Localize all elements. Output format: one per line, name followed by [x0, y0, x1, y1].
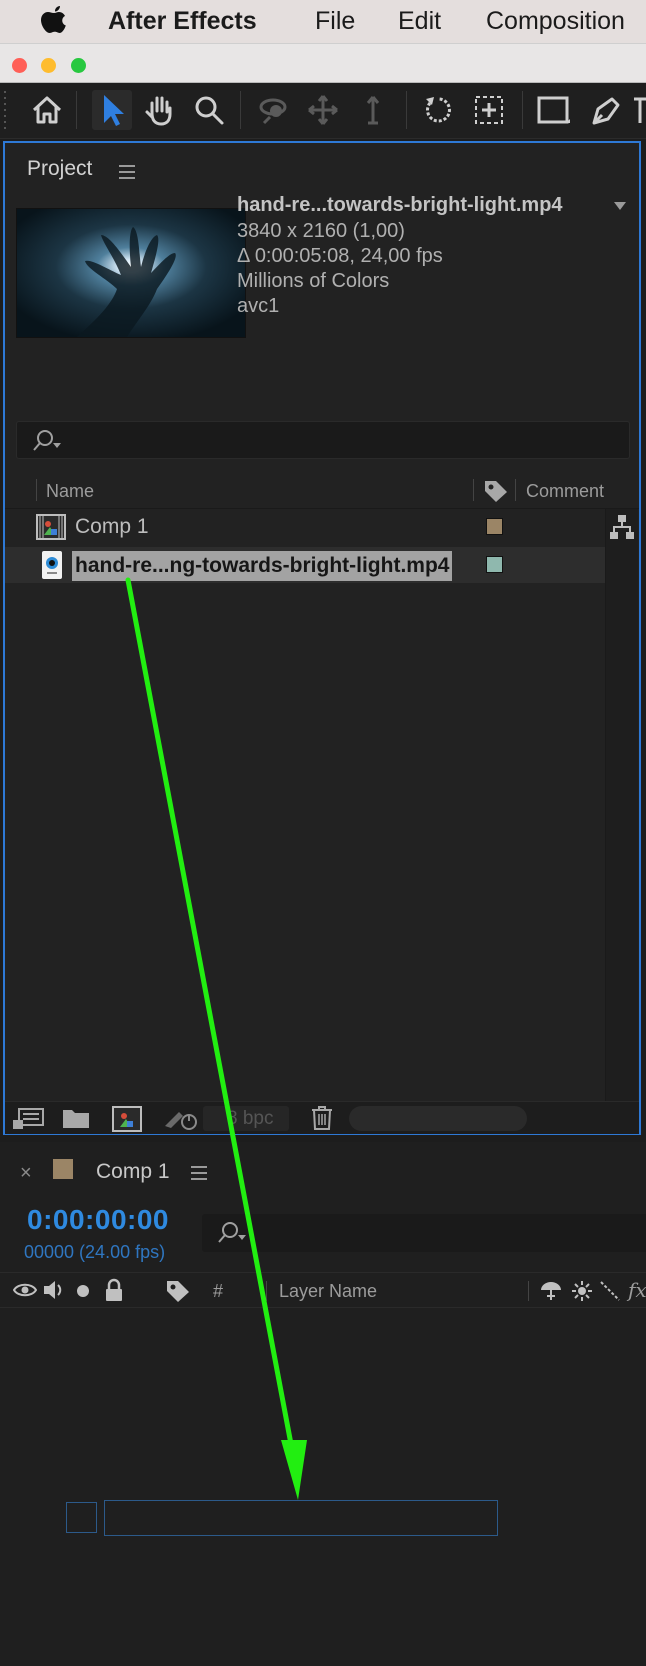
label-color-swatch[interactable]	[486, 556, 503, 573]
home-icon[interactable]	[30, 93, 64, 127]
pen-tool-icon[interactable]	[588, 93, 622, 127]
label-tag-icon[interactable]	[165, 1278, 191, 1304]
new-folder-icon[interactable]	[61, 1106, 91, 1130]
project-column-header: Name Comment	[5, 471, 639, 509]
toolbar-separator	[522, 91, 523, 129]
project-scrollbar[interactable]	[605, 509, 638, 1109]
dolly-camera-tool-icon[interactable]	[356, 93, 390, 127]
menu-file[interactable]: File	[315, 7, 355, 36]
shy-icon[interactable]	[538, 1279, 564, 1303]
close-window-button[interactable]	[12, 58, 27, 73]
panel-menu-icon[interactable]	[119, 165, 135, 179]
column-name[interactable]: Name	[46, 481, 94, 502]
caret-down-icon[interactable]	[613, 200, 627, 212]
menu-edit[interactable]: Edit	[398, 7, 441, 36]
audio-icon[interactable]	[42, 1278, 66, 1302]
project-footer: 8 bpc	[5, 1101, 639, 1134]
quality-icon[interactable]	[598, 1279, 622, 1303]
hand-tool-icon[interactable]	[143, 93, 177, 127]
column-divider[interactable]	[515, 479, 516, 501]
selection-tool[interactable]	[92, 90, 132, 130]
label-color-swatch[interactable]	[486, 518, 503, 535]
anchor-point-tool-icon[interactable]	[472, 93, 506, 127]
footage-file-icon	[42, 551, 62, 579]
current-timecode[interactable]: 0:00:00:00	[27, 1204, 169, 1236]
flowchart-icon[interactable]	[609, 514, 635, 540]
apple-logo-icon[interactable]	[38, 4, 70, 38]
interpret-footage-icon[interactable]	[11, 1106, 45, 1132]
lock-icon[interactable]	[104, 1278, 124, 1302]
toolbar-grip[interactable]	[2, 89, 12, 133]
comp-label-swatch	[53, 1159, 73, 1179]
window-titlebar	[0, 43, 646, 83]
panel-menu-icon[interactable]	[191, 1166, 207, 1180]
toolbar-separator	[240, 91, 241, 129]
orbit-camera-tool-icon[interactable]	[256, 93, 290, 127]
new-composition-icon[interactable]	[111, 1106, 143, 1132]
project-item-name[interactable]: hand-re...ng-towards-bright-light.mp4	[72, 551, 453, 581]
column-divider[interactable]	[266, 1281, 267, 1301]
menu-app-name[interactable]: After Effects	[108, 7, 257, 36]
column-layer-number[interactable]: #	[213, 1281, 223, 1302]
search-icon	[218, 1222, 246, 1243]
pan-camera-tool-icon[interactable]	[306, 93, 340, 127]
project-item-row[interactable]: Comp 1	[5, 509, 611, 545]
thumbnail-size-slider[interactable]	[349, 1106, 527, 1131]
type-tool-icon[interactable]	[632, 93, 646, 127]
bit-depth-button[interactable]: 8 bpc	[203, 1106, 289, 1131]
toolbar-separator	[76, 91, 77, 129]
eye-icon[interactable]	[13, 1281, 37, 1299]
project-item-row[interactable]: hand-re...ng-towards-bright-light.mp4	[5, 547, 611, 583]
frame-rate-readout: 00000 (24.00 fps)	[24, 1242, 166, 1262]
project-search-input[interactable]	[16, 421, 630, 459]
minimize-window-button[interactable]	[41, 58, 56, 73]
selected-file-codec: avc1	[237, 295, 280, 317]
label-tag-icon[interactable]	[483, 479, 509, 503]
project-item-name[interactable]: Comp 1	[75, 515, 149, 539]
selected-file-name: hand-re...towards-bright-light.mp4	[237, 194, 563, 216]
column-divider[interactable]	[36, 479, 37, 501]
effects-column[interactable]: fx	[628, 1278, 646, 1302]
search-icon	[33, 430, 61, 451]
selected-file-dimensions: 3840 x 2160 (1,00)	[237, 220, 405, 242]
menu-bar: After Effects File Edit Composition	[0, 0, 646, 43]
trash-icon[interactable]	[310, 1105, 334, 1131]
drop-target-layer-placeholder[interactable]	[104, 1500, 498, 1536]
rotation-tool-icon[interactable]	[422, 93, 456, 127]
menu-composition[interactable]: Composition	[486, 7, 625, 36]
zoom-tool-icon[interactable]	[192, 93, 226, 127]
tools-toolbar	[0, 83, 646, 139]
drop-target-icon-slot	[66, 1502, 97, 1533]
render-queue-icon[interactable]	[163, 1106, 199, 1132]
footage-thumbnail	[16, 208, 246, 338]
column-divider[interactable]	[473, 479, 474, 501]
solo-icon[interactable]	[77, 1285, 89, 1297]
column-comment[interactable]: Comment	[526, 481, 604, 502]
column-layer-name[interactable]: Layer Name	[279, 1281, 377, 1302]
project-panel-title[interactable]: Project	[27, 157, 92, 181]
timeline-panel: × Comp 1 0:00:00:00 00000 (24.00 fps) # …	[0, 1142, 646, 1666]
close-icon[interactable]: ×	[20, 1162, 32, 1185]
selected-file-duration: Δ 0:00:05:08, 24,00 fps	[237, 245, 443, 267]
collapse-transform-icon[interactable]	[570, 1279, 594, 1303]
column-divider[interactable]	[528, 1281, 529, 1301]
toolbar-separator	[406, 91, 407, 129]
rectangle-tool-icon[interactable]	[536, 93, 570, 127]
zoom-window-button[interactable]	[71, 58, 86, 73]
layer-search-input[interactable]	[202, 1214, 646, 1252]
selected-file-colors: Millions of Colors	[237, 270, 390, 292]
project-panel: Project hand-re...towards-bright-light.m…	[3, 141, 641, 1135]
arrow-cursor-icon	[104, 95, 124, 126]
comp-tab-title[interactable]: Comp 1	[96, 1160, 170, 1184]
composition-icon	[36, 514, 66, 540]
layer-column-header: # Layer Name fx	[0, 1272, 646, 1308]
